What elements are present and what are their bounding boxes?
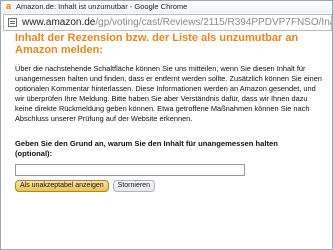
button-row: Als unakzeptabel anzeigen Stornieren (15, 179, 331, 192)
window-title: Amazon.de: Inhalt ist unzumutbar - Googl… (16, 2, 188, 11)
url-host: www.amazon.de (22, 17, 96, 28)
reason-label: Geben Sie den Grund an, warum Sie den In… (15, 139, 278, 159)
chrome-popup-window: a Amazon.de: Inhalt ist unzumutbar - Goo… (0, 0, 333, 250)
report-dialog: Inhalt der Rezension bzw. der Liste als … (15, 32, 331, 192)
dialog-description: Über die nachstehende Schaltfläche könne… (15, 64, 322, 123)
reason-input[interactable] (15, 163, 245, 176)
url-path: /gp/voting/cast/Reviews/2115/R394PPDVP7F… (95, 17, 331, 28)
cancel-button[interactable]: Stornieren (112, 179, 155, 192)
url-text[interactable]: www.amazon.de/gp/voting/cast/Reviews/211… (22, 15, 331, 30)
dialog-heading: Inhalt der Rezension bzw. der Liste als … (15, 32, 299, 56)
title-bar[interactable]: a Amazon.de: Inhalt ist unzumutbar - Goo… (1, 1, 332, 13)
page-icon (8, 18, 17, 27)
amazon-icon: a (5, 1, 11, 11)
address-bar[interactable]: www.amazon.de/gp/voting/cast/Reviews/211… (3, 14, 332, 31)
report-button[interactable]: Als unakzeptabel anzeigen (15, 179, 109, 192)
